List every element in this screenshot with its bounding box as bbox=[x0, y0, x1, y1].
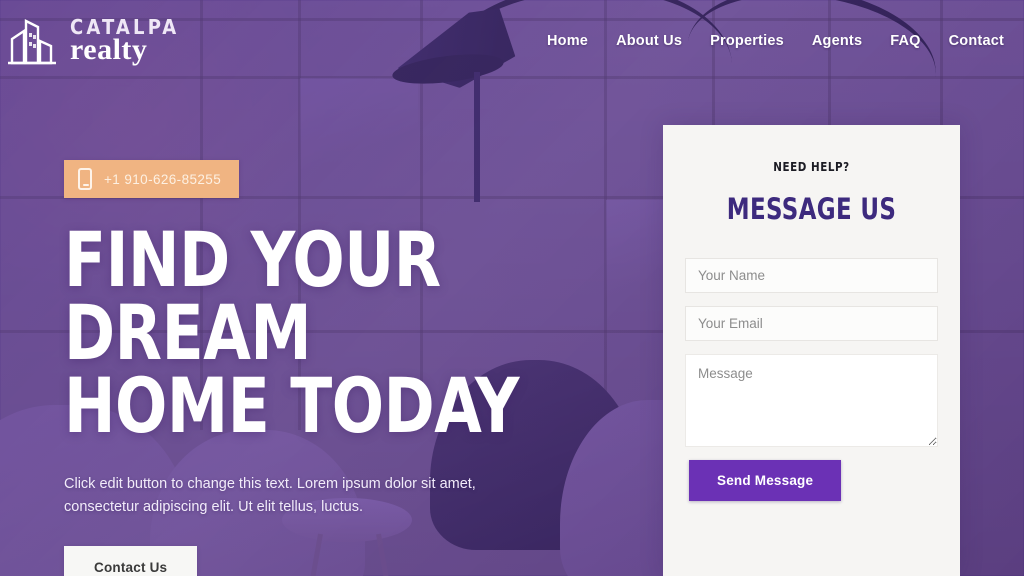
email-input[interactable] bbox=[685, 306, 938, 341]
name-input[interactable] bbox=[685, 258, 938, 293]
nav-item-about-us[interactable]: About Us bbox=[616, 33, 682, 49]
site-header: CATALPA realty Home About Us Properties … bbox=[0, 0, 1024, 82]
form-title: MESSAGE US bbox=[726, 192, 897, 226]
nav-item-contact[interactable]: Contact bbox=[949, 33, 1004, 49]
phone-badge[interactable]: +1 910-626-85255 bbox=[64, 160, 240, 198]
message-form-panel: NEED HELP? MESSAGE US Send Message bbox=[663, 125, 960, 576]
main-navigation: Home About Us Properties Agents FAQ Cont… bbox=[547, 33, 1004, 49]
nav-item-properties[interactable]: Properties bbox=[710, 33, 784, 49]
send-message-button[interactable]: Send Message bbox=[689, 460, 842, 501]
page-title: FIND YOUR DREAM HOME TODAY bbox=[64, 215, 520, 450]
contact-us-button[interactable]: Contact Us bbox=[64, 545, 198, 576]
building-logo-icon bbox=[8, 19, 56, 65]
nav-item-agents[interactable]: Agents bbox=[812, 33, 862, 49]
form-eyebrow-label: NEED HELP? bbox=[773, 159, 850, 174]
nav-item-faq[interactable]: FAQ bbox=[890, 33, 920, 49]
nav-item-home[interactable]: Home bbox=[547, 33, 588, 49]
mobile-phone-icon bbox=[78, 168, 92, 190]
phone-number: +1 910-626-85255 bbox=[104, 171, 222, 187]
brand-logo[interactable]: CATALPA realty bbox=[4, 13, 179, 69]
message-textarea[interactable] bbox=[685, 354, 938, 447]
brand-name-bottom: realty bbox=[70, 33, 148, 66]
hero-content: +1 910-626-85255 FIND YOUR DREAM HOME TO… bbox=[64, 160, 664, 576]
hero-subtext: Click edit button to change this text. L… bbox=[64, 475, 476, 516]
brand-text: CATALPA realty bbox=[70, 17, 179, 65]
